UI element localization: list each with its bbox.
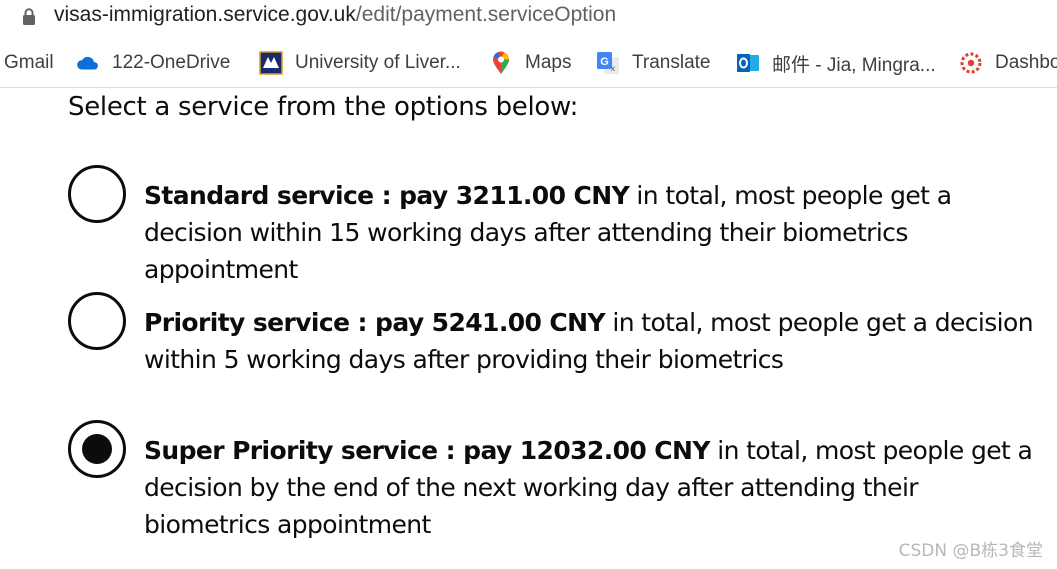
option-label-bold: Standard service : pay 3211.00 CNY bbox=[144, 181, 630, 210]
radio-priority-service[interactable] bbox=[68, 292, 126, 350]
radio-standard-service[interactable] bbox=[68, 165, 126, 223]
bookmark-dashboard[interactable]: Dashbo bbox=[959, 50, 1057, 76]
bookmark-onedrive[interactable]: 122-OneDrive bbox=[76, 50, 230, 76]
bookmark-label: Dashbo bbox=[995, 52, 1057, 73]
address-bar[interactable]: visas-immigration.service.gov.uk/edit/pa… bbox=[0, 0, 1057, 36]
url-text[interactable]: visas-immigration.service.gov.uk/edit/pa… bbox=[54, 2, 616, 28]
option-label-bold: Priority service : pay 5241.00 CNY bbox=[144, 308, 606, 337]
translate-icon: G x bbox=[596, 51, 620, 75]
option-label[interactable]: Priority service : pay 5241.00 CNY in to… bbox=[144, 304, 1044, 378]
bookmark-university[interactable]: University of Liver... bbox=[259, 50, 461, 76]
maps-pin-icon bbox=[489, 51, 513, 75]
onedrive-icon bbox=[76, 51, 100, 75]
watermark: CSDN @B栋3食堂 bbox=[898, 541, 1043, 561]
lock-icon[interactable] bbox=[22, 8, 36, 26]
svg-text:x: x bbox=[611, 64, 616, 73]
option-label[interactable]: Standard service : pay 3211.00 CNY in to… bbox=[144, 177, 1044, 288]
university-crest-icon bbox=[259, 51, 283, 75]
outlook-icon bbox=[736, 51, 760, 75]
option-label-bold: Super Priority service : pay 12032.00 CN… bbox=[144, 436, 710, 465]
bookmarks-bar: Gmail 122-OneDrive University of Liver..… bbox=[0, 38, 1057, 88]
svg-text:G: G bbox=[600, 56, 609, 68]
radio-selected-dot bbox=[82, 434, 112, 464]
bookmark-label: Translate bbox=[632, 52, 711, 73]
radio-super-priority-service[interactable] bbox=[68, 420, 126, 478]
bookmark-label: Gmail bbox=[4, 52, 54, 73]
bookmark-translate[interactable]: G x Translate bbox=[596, 50, 711, 76]
page-heading: Select a service from the options below: bbox=[68, 92, 579, 122]
bookmark-maps[interactable]: Maps bbox=[489, 50, 571, 76]
bookmark-label: Maps bbox=[525, 52, 572, 73]
bookmark-label: University of Liver... bbox=[295, 52, 461, 73]
bookmark-gmail[interactable]: Gmail bbox=[4, 50, 54, 76]
bookmark-outlook[interactable]: 邮件 - Jia, Mingra... bbox=[736, 50, 936, 76]
bookmark-label: 122-OneDrive bbox=[112, 52, 231, 73]
url-host: visas-immigration.service.gov.uk bbox=[54, 3, 356, 26]
option-label[interactable]: Super Priority service : pay 12032.00 CN… bbox=[144, 432, 1044, 543]
url-path: /edit/payment.serviceOption bbox=[355, 3, 617, 26]
canvas-icon bbox=[959, 51, 983, 75]
bookmark-label: 邮件 - Jia, Mingra... bbox=[772, 54, 936, 76]
